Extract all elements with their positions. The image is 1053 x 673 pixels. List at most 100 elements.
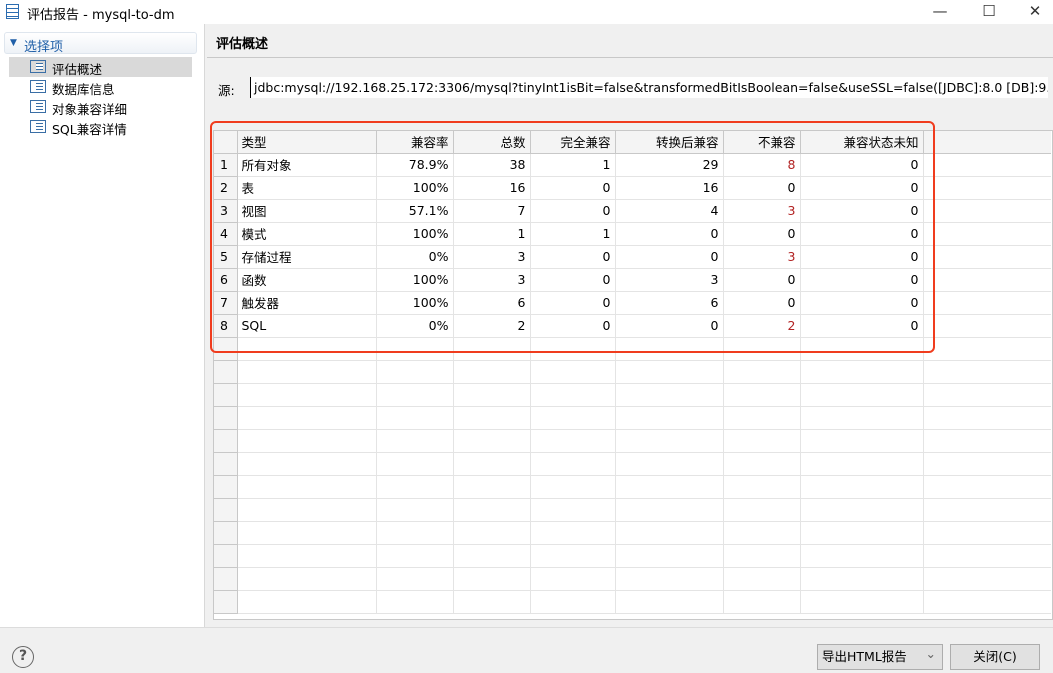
table-cell: 函数 [237, 268, 377, 292]
table-cell [800, 360, 924, 384]
table-row[interactable]: 4 模式 100% 1 1 0 0 0 [214, 222, 1051, 246]
table-cell: 0 [723, 176, 801, 200]
table-cell [376, 360, 454, 384]
table-cell: 0 [615, 245, 724, 269]
minimize-button[interactable]: — [917, 0, 963, 24]
row-number [214, 429, 238, 453]
table-cell [530, 498, 616, 522]
table-cell [237, 498, 377, 522]
table-cell: 0 [530, 291, 616, 315]
row-number: 3 [214, 199, 238, 223]
table-cell [453, 590, 531, 614]
table-row[interactable]: 8 SQL 0% 2 0 0 2 0 [214, 314, 1051, 338]
table-row[interactable] [214, 406, 1051, 430]
row-number [214, 383, 238, 407]
table-cell [723, 406, 801, 430]
table-cell [530, 567, 616, 591]
table-cell [615, 429, 724, 453]
filler-cell [923, 268, 1051, 292]
table-cell: 0 [723, 291, 801, 315]
row-number [214, 360, 238, 384]
table-row[interactable] [214, 429, 1051, 453]
column-header-type[interactable]: 类型 [237, 131, 377, 154]
table-cell: 触发器 [237, 291, 377, 315]
filler-cell [923, 590, 1051, 614]
table-cell: 0 [800, 199, 924, 223]
table-cell [800, 498, 924, 522]
table-row[interactable] [214, 544, 1051, 568]
table-cell [453, 452, 531, 476]
table-cell: 100% [376, 176, 454, 200]
close-button[interactable]: 关闭(C) [950, 644, 1040, 670]
table-row[interactable]: 6 函数 100% 3 0 3 0 0 [214, 268, 1051, 292]
table-cell: 1 [530, 153, 616, 177]
filler-cell [923, 567, 1051, 591]
table-cell [237, 429, 377, 453]
table-cell [453, 383, 531, 407]
filler-cell [923, 452, 1051, 476]
help-icon[interactable]: ? [12, 646, 34, 668]
table-cell [237, 567, 377, 591]
table-row[interactable] [214, 452, 1051, 476]
table-row[interactable] [214, 383, 1051, 407]
table-cell [530, 452, 616, 476]
column-header-full[interactable]: 完全兼容 [530, 131, 616, 154]
table-cell: 模式 [237, 222, 377, 246]
table-cell: 2 [723, 314, 801, 338]
row-number: 4 [214, 222, 238, 246]
table-row[interactable] [214, 360, 1051, 384]
footer-bar: ? 导出HTML报告 ⌄ 关闭(C) [0, 627, 1053, 673]
maximize-button[interactable]: ☐ [966, 0, 1012, 24]
table-cell [615, 498, 724, 522]
close-window-button[interactable]: ✕ [1012, 0, 1053, 24]
table-row[interactable] [214, 521, 1051, 545]
table-cell [723, 567, 801, 591]
table-row[interactable]: 5 存储过程 0% 3 0 0 3 0 [214, 245, 1051, 269]
section-header: 评估概述 [207, 24, 1053, 58]
row-number [214, 567, 238, 591]
column-header-total[interactable]: 总数 [453, 131, 531, 154]
table-row[interactable]: 7 触发器 100% 6 0 6 0 0 [214, 291, 1051, 315]
table-cell: 0 [723, 268, 801, 292]
table-row[interactable] [214, 475, 1051, 499]
table-cell [800, 521, 924, 545]
main-panel: 评估概述 源: jdbc:mysql://192.168.25.172:3306… [207, 24, 1053, 627]
column-header-converted[interactable]: 转换后兼容 [615, 131, 724, 154]
table-row[interactable] [214, 590, 1051, 614]
table-row[interactable] [214, 498, 1051, 522]
table-cell: 3 [723, 245, 801, 269]
table-cell: 1 [453, 222, 531, 246]
table-cell [530, 521, 616, 545]
filler-cell [923, 337, 1051, 361]
table-cell: 57.1% [376, 199, 454, 223]
sidebar-item-label: 数据库信息 [52, 82, 115, 97]
sidebar-item-overview[interactable]: 评估概述 [9, 57, 192, 77]
column-header-rate[interactable]: 兼容率 [376, 131, 454, 154]
sidebar: ▼ 选择项 评估概述 数据库信息 对象兼容详细 SQL兼容详情 [0, 24, 205, 627]
table-cell [800, 406, 924, 430]
table-row[interactable]: 3 视图 57.1% 7 0 4 3 0 [214, 199, 1051, 223]
row-number [214, 544, 238, 568]
sidebar-item-object-compat[interactable]: 对象兼容详细 [9, 97, 192, 117]
table-row[interactable] [214, 337, 1051, 361]
table-cell: 100% [376, 222, 454, 246]
title-bar: 评估报告 - mysql-to-dm — ☐ ✕ [0, 0, 1053, 24]
sidebar-item-sql-compat[interactable]: SQL兼容详情 [9, 117, 192, 137]
table-cell: 6 [615, 291, 724, 315]
table-cell [237, 590, 377, 614]
table-row[interactable] [214, 567, 1051, 591]
column-header-incompatible[interactable]: 不兼容 [723, 131, 801, 154]
sidebar-group-header[interactable]: ▼ 选择项 [4, 32, 197, 55]
table-cell [376, 567, 454, 591]
sidebar-item-db-info[interactable]: 数据库信息 [9, 77, 192, 97]
table-cell [237, 383, 377, 407]
list-icon [30, 60, 46, 73]
column-header-unknown[interactable]: 兼容状态未知 [800, 131, 924, 154]
table-row[interactable]: 1 所有对象 78.9% 38 1 29 8 0 [214, 153, 1051, 177]
table-cell [800, 337, 924, 361]
table-row[interactable]: 2 表 100% 16 0 16 0 0 [214, 176, 1051, 200]
export-html-dropdown[interactable]: 导出HTML报告 ⌄ [817, 644, 943, 670]
table-cell [800, 590, 924, 614]
filler-cell [923, 475, 1051, 499]
source-field[interactable]: jdbc:mysql://192.168.25.172:3306/mysql?t… [250, 77, 1048, 98]
